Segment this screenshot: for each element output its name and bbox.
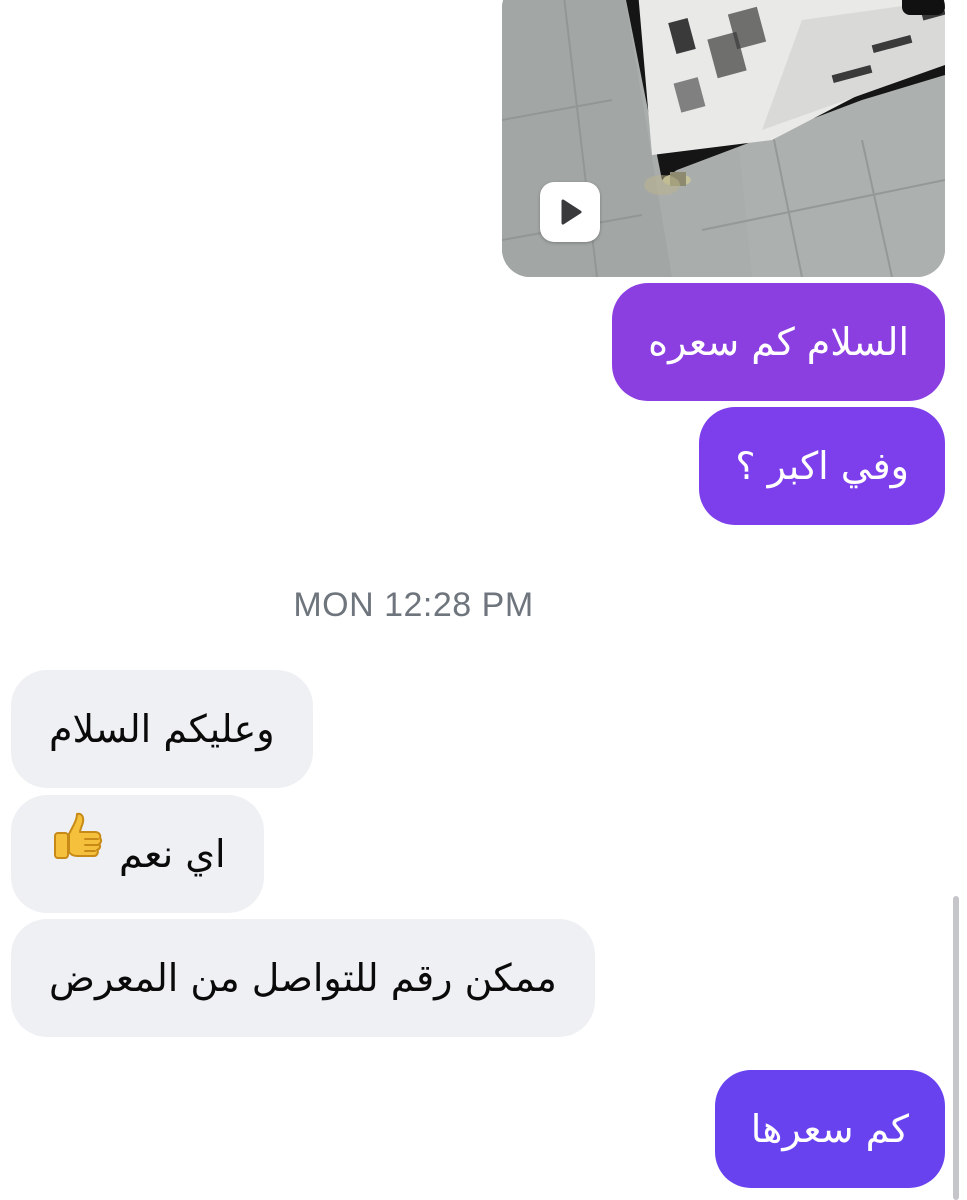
play-button[interactable]: [540, 182, 600, 242]
scrollbar-thumb[interactable]: [953, 896, 959, 1200]
message-timestamp: MON 12:28 PM: [293, 586, 534, 624]
message-text: ممكن رقم للتواصل من المعرض: [49, 956, 557, 1000]
incoming-message-bubble[interactable]: ممكن رقم للتواصل من المعرض: [11, 919, 595, 1037]
message-text: وفي اكبر ؟: [735, 444, 909, 488]
outgoing-message-bubble[interactable]: كم سعرها: [714, 1070, 945, 1188]
incoming-message-bubble[interactable]: وعليكم السلام: [11, 670, 313, 788]
incoming-message-bubble[interactable]: اي نعم: [11, 795, 264, 913]
outgoing-message-bubble[interactable]: السلام كم سعره: [612, 283, 945, 401]
message-text: وعليكم السلام: [49, 707, 275, 751]
thumbs-up-icon: [49, 794, 105, 912]
message-text: السلام كم سعره: [648, 320, 909, 364]
play-icon: [561, 199, 582, 225]
video-message-thumbnail[interactable]: [502, 0, 945, 277]
message-text: كم سعرها: [750, 1107, 909, 1151]
outgoing-message-bubble[interactable]: وفي اكبر ؟: [699, 407, 945, 525]
message-text: اي نعم: [119, 832, 226, 876]
